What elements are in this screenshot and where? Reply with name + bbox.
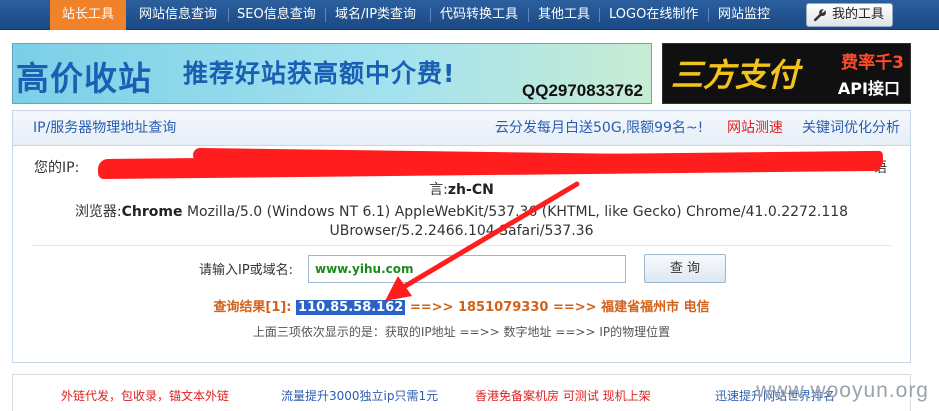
nav-separator: [599, 8, 600, 22]
my-tools-button[interactable]: 我的工具: [805, 3, 893, 27]
panel-header: IP/服务器物理地址查询 云分发每月白送50G,限额99名~! 网站测速 关键词…: [13, 111, 910, 146]
result-location: 福建省福州市 电信: [601, 300, 710, 315]
top-nav: 站长工具 网站信息查询 SEO信息查询 域名/IP类查询 代码转换工具 其他工具…: [0, 0, 939, 30]
payment-api: API接口: [837, 79, 900, 98]
nav-item-other-tools[interactable]: 其他工具: [538, 0, 590, 30]
result-prefix: 查询结果[1]:: [213, 300, 292, 315]
language-line: 言:zh-CN: [13, 179, 910, 199]
nav-separator: [708, 8, 709, 22]
result-arrow: ==>>: [552, 300, 597, 315]
query-result: 查询结果[1]: 110.85.58.162 ==>> 1851079330 =…: [13, 296, 910, 315]
banner-slogan: 推荐好站获高额中介费!: [183, 59, 456, 88]
result-hint: 上面三项依次显示的是：获取的IP地址 ==>> 数字地址 ==>> IP的物理位…: [252, 325, 671, 339]
nav-item-logo-maker[interactable]: LOGO在线制作: [609, 0, 698, 30]
browser-label: 浏览器:: [74, 204, 122, 220]
nav-item-webmaster-tools[interactable]: 站长工具: [50, 0, 127, 30]
language-value: zh-CN: [447, 182, 494, 198]
result-arrow: ==>>: [409, 300, 454, 315]
banner-qq: QQ2970833762: [522, 81, 643, 100]
payment-rate: 费率千3: [841, 53, 904, 73]
ad-link[interactable]: 香港免备案机房 可测试 现机上架: [475, 387, 651, 404]
nav-item-domain-ip[interactable]: 域名/IP类查询: [335, 0, 416, 30]
ad-banner-payment[interactable]: 三方支付 费率千3 API接口: [662, 43, 911, 104]
browser-name: Chrome: [121, 204, 183, 220]
language-label: 言:: [429, 182, 448, 198]
ip-domain-input[interactable]: [308, 255, 626, 283]
nav-item-code-convert[interactable]: 代码转换工具: [440, 0, 518, 30]
nav-item-seo-info[interactable]: SEO信息查询: [237, 0, 316, 30]
nav-separator: [228, 8, 229, 22]
result-number: 1851079330: [457, 300, 549, 315]
my-tools-label: 我的工具: [831, 7, 884, 22]
keyword-analysis-link[interactable]: 关键词优化分析: [802, 111, 900, 146]
nav-separator: [430, 8, 431, 22]
result-ip: 110.85.58.162: [296, 300, 406, 315]
wrench-icon: [813, 9, 826, 22]
ad-link[interactable]: 外链代发，包收录，锚文本外链: [61, 387, 229, 404]
divider: [31, 245, 891, 246]
panel-title: IP/服务器物理地址查询: [33, 120, 177, 136]
user-agent-part2: UBrowser/5.2.2466.104 Safari/537.36: [329, 223, 594, 239]
query-label: 请输入IP或域名:: [199, 263, 294, 278]
ad-link[interactable]: 流量提升3000独立ip只需1元: [281, 387, 438, 404]
ad-banner-buy-sites[interactable]: 高价收站 推荐好站获高额中介费! QQ2970833762: [12, 43, 652, 104]
promo-link[interactable]: 云分发每月白送50G,限额99名~!: [495, 111, 703, 146]
ip-lookup-panel: IP/服务器物理地址查询 云分发每月白送50G,限额99名~! 网站测速 关键词…: [12, 110, 911, 363]
nav-separator: [325, 8, 326, 22]
query-button[interactable]: 查 询: [644, 254, 726, 283]
user-agent-part1: Mozilla/5.0 (Windows NT 6.1) AppleWebKit…: [186, 204, 849, 220]
nav-item-site-monitor[interactable]: 网站监控: [718, 0, 770, 30]
browser-line: 浏览器:Chrome Mozilla/5.0 (Windows NT 6.1) …: [13, 201, 910, 221]
payment-brand: 三方支付: [671, 56, 800, 94]
speed-test-link[interactable]: 网站测速: [727, 111, 783, 146]
nav-item-site-info[interactable]: 网站信息查询: [139, 0, 217, 30]
banner-title: 高价收站: [16, 59, 152, 98]
ip-label: 您的IP:: [34, 160, 80, 176]
watermark: www.wooyun.org: [756, 379, 929, 402]
nav-separator: [528, 8, 529, 22]
